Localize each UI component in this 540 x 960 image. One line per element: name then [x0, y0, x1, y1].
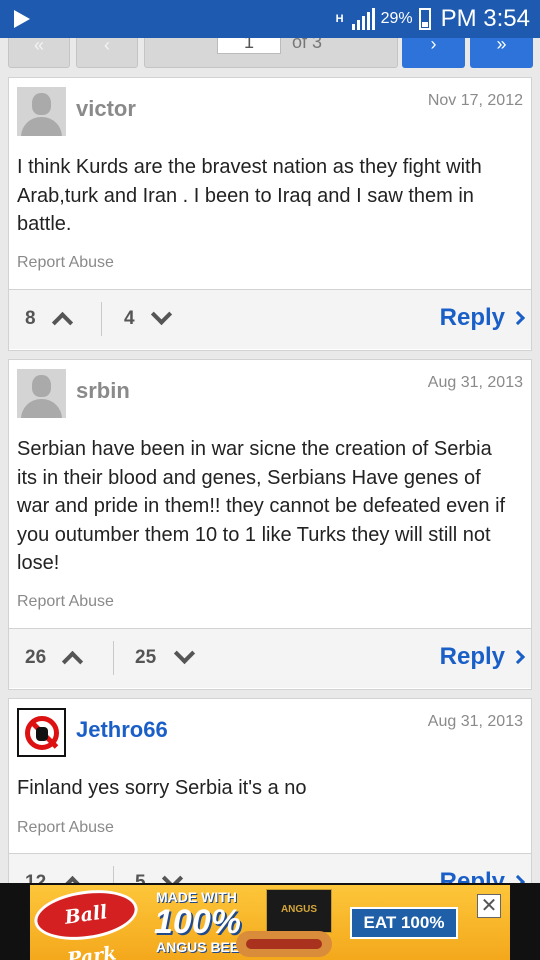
last-page-button[interactable]: »: [470, 38, 533, 68]
comment-username[interactable]: srbin: [76, 378, 130, 404]
page-number-input[interactable]: 1: [217, 38, 281, 54]
double-chevron-left-icon: «: [33, 38, 45, 55]
reply-label: Reply: [439, 643, 505, 670]
hotdog-image: [236, 931, 332, 957]
upvote-icon[interactable]: [61, 650, 84, 673]
vote-divider: [101, 302, 102, 336]
upvote-count: 26: [25, 647, 47, 668]
comment-date: Nov 17, 2012: [427, 92, 523, 109]
battery-icon: [418, 8, 431, 30]
vote-bar: 8 4 Reply: [9, 289, 531, 349]
downvote-icon[interactable]: [150, 303, 173, 326]
comment-text: Finland yes sorry Serbia it's a no: [17, 777, 307, 799]
close-icon[interactable]: ✕: [477, 894, 501, 918]
avatar: [17, 708, 66, 757]
network-type-label: H: [335, 13, 344, 25]
downvote-count: 4: [124, 308, 135, 329]
comment-card: victor Nov 17, 2012 I think Kurds are th…: [8, 77, 532, 351]
chevron-left-icon: ‹: [104, 38, 110, 55]
page-count-label: of 3: [292, 38, 323, 52]
downvote-icon[interactable]: [173, 642, 196, 665]
downvote-count: 25: [135, 647, 157, 668]
comment-date: Aug 31, 2013: [427, 713, 523, 730]
vote-bar: 26 25 Reply: [9, 628, 531, 688]
play-icon: [14, 10, 30, 28]
next-page-button[interactable]: ›: [402, 38, 465, 68]
reply-label: Reply: [439, 304, 505, 331]
vote-divider: [113, 641, 114, 675]
avatar: [17, 87, 66, 136]
status-icons: H 29% PM 3:54: [334, 4, 530, 34]
status-bar: H 29% PM 3:54: [0, 0, 540, 38]
ad-cta-button[interactable]: EAT 100%: [350, 907, 458, 939]
prev-page-button[interactable]: ‹: [76, 38, 138, 68]
report-abuse-link[interactable]: Report Abuse: [17, 593, 114, 611]
reply-button[interactable]: Reply: [439, 643, 526, 671]
product-package: ANGUS: [266, 889, 332, 933]
report-abuse-link[interactable]: Report Abuse: [17, 819, 114, 837]
comment-date: Aug 31, 2013: [427, 374, 523, 391]
comment-username[interactable]: Jethro66: [76, 717, 168, 743]
double-chevron-right-icon: »: [496, 38, 507, 54]
comment-card: Jethro66 Aug 31, 2013 Finland yes sorry …: [8, 698, 532, 913]
first-page-button[interactable]: «: [8, 38, 70, 68]
upvote-icon[interactable]: [51, 311, 74, 334]
comment-text: Serbian have been in war sicne the creat…: [17, 438, 506, 574]
battery-percent: 29%: [380, 10, 413, 27]
brand-logo: Ball Park: [31, 885, 141, 960]
chevron-right-icon: ›: [430, 38, 437, 54]
chevron-right-icon: [510, 310, 526, 326]
ad-banner[interactable]: Ball Park MADE WITH 100% ANGUS BEEF ANGU…: [30, 885, 510, 960]
comment-card: srbin Aug 31, 2013 Serbian have been in …: [8, 359, 532, 690]
comment-username[interactable]: victor: [76, 96, 136, 122]
pagination: « ‹ 1 of 3 › »: [0, 38, 540, 68]
upvote-count: 8: [25, 308, 36, 329]
comment-text: I think Kurds are the bravest nation as …: [17, 156, 482, 235]
avatar: [17, 369, 66, 418]
reply-button[interactable]: Reply: [439, 304, 526, 332]
ad-angus-label: ANGUS BEEF: [156, 939, 248, 955]
report-abuse-link[interactable]: Report Abuse: [17, 254, 114, 272]
chevron-right-icon: [510, 649, 526, 665]
signal-icon: [351, 8, 375, 30]
ad-percent: 100%: [154, 903, 241, 941]
clock: PM 3:54: [440, 5, 530, 32]
